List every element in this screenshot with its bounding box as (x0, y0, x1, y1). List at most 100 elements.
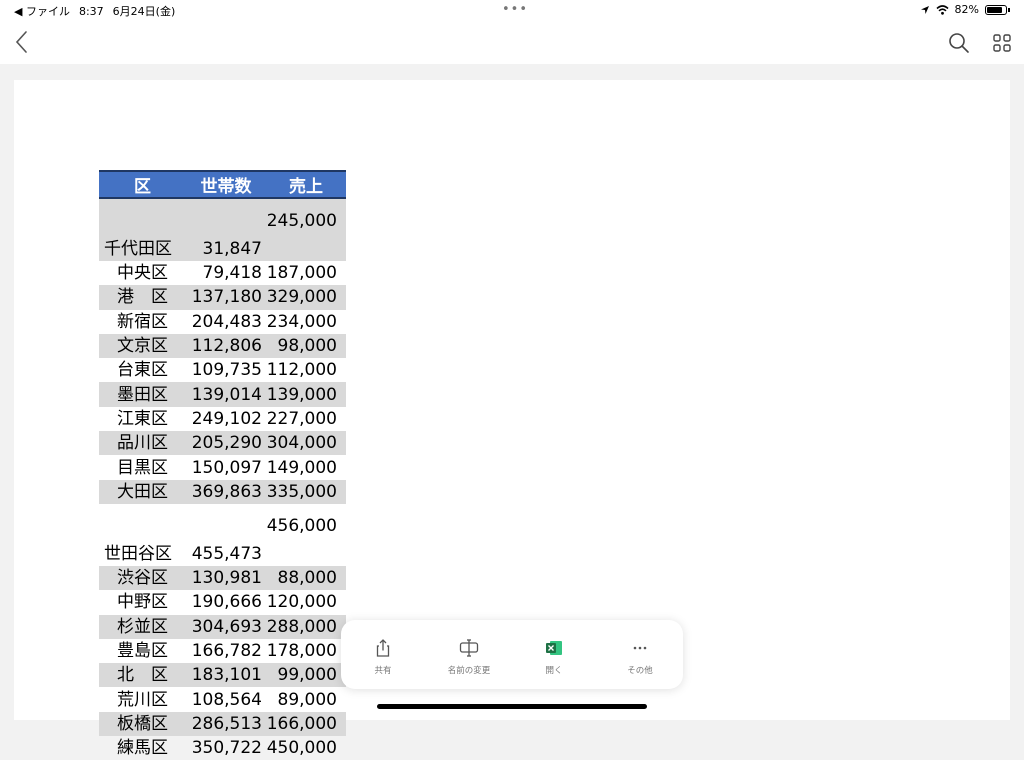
table-row: 荒川区 108,564 89,000 (99, 687, 346, 711)
households-cell: 166,782 (191, 641, 262, 661)
header-sales: 売上 (266, 170, 346, 199)
ward-cell: 千代田区 (99, 198, 186, 261)
table-row: 練馬区 350,722 450,000 (99, 736, 346, 760)
table-row: 板橋区 286,513 166,000 (99, 711, 346, 737)
sales-cell: 450,000 (266, 738, 337, 759)
ward-cell: 板橋区 (99, 711, 186, 737)
households-cell: 350,722 (191, 738, 262, 759)
table-row: 墨田区 139,014 139,000 (99, 382, 346, 407)
sales-cell: 329,000 (266, 285, 346, 310)
share-button[interactable]: 共有 (348, 638, 418, 676)
ward-cell: 目黒区 (117, 457, 168, 478)
back-to-app-link[interactable]: ◀ ファイル (14, 3, 70, 19)
table-row: 世田谷区 455,473 456,000 (99, 504, 346, 566)
ward-cell: 練馬区 (117, 738, 168, 759)
ward-cell: 大田区 (99, 479, 186, 504)
sales-cell: 88,000 (266, 565, 346, 591)
table-row: 台東区 109,735 112,000 (99, 358, 346, 382)
battery-icon (985, 4, 1007, 15)
chevron-left-icon[interactable] (12, 28, 32, 56)
sales-cell: 120,000 (266, 592, 337, 613)
status-bar: ◀ ファイル 8:37 6月24日(金) ••• 82% (0, 0, 1024, 22)
table-body: 千代田区 31,847 245,000 中央区 79,418 187,000 港 区 137,… (99, 198, 346, 760)
table-row: 豊島区 166,782 178,000 (99, 639, 346, 663)
households-cell: 304,693 (186, 614, 266, 639)
households-cell: 130,981 (186, 565, 266, 591)
ward-cell: 新宿区 (117, 311, 168, 332)
search-icon[interactable] (946, 30, 972, 56)
sales-cell: 139,000 (266, 382, 346, 407)
open-button[interactable]: 開く (519, 638, 589, 676)
sales-cell: 288,000 (266, 614, 346, 639)
navigation-bar (0, 22, 1024, 64)
sales-cell: 99,000 (266, 663, 346, 688)
table-row: 杉並区 304,693 288,000 (99, 614, 346, 639)
rename-label: 名前の変更 (447, 666, 491, 676)
households-cell: 150,097 (191, 457, 262, 478)
households-cell: 108,564 (191, 689, 262, 710)
sales-cell: 245,000 (266, 198, 346, 261)
battery-percent: 82% (954, 3, 979, 16)
households-cell: 31,847 (186, 198, 266, 261)
sales-cell: 178,000 (266, 641, 337, 661)
sales-cell: 227,000 (266, 408, 337, 429)
action-bar: 共有 名前の変更 開く その他 (341, 620, 683, 689)
rename-icon (459, 639, 479, 657)
ward-cell: 墨田区 (99, 382, 186, 407)
rename-button[interactable]: 名前の変更 (434, 638, 504, 676)
ward-cell: 世田谷区 (104, 543, 172, 564)
excel-icon (546, 641, 562, 655)
households-cell: 183,101 (186, 663, 266, 688)
more-label: その他 (627, 666, 653, 676)
ward-data-table: 区 世帯数 売上 千代田区 31,847 245,000 中央区 79,418 187,0… (99, 170, 346, 760)
table-row: 中央区 79,418 187,000 (99, 261, 346, 285)
households-cell: 112,806 (186, 333, 266, 359)
ward-cell: 台東区 (117, 360, 168, 381)
table-row: 北 区 183,101 99,000 (99, 663, 346, 688)
sales-cell: 304,000 (266, 431, 346, 456)
grid-icon[interactable] (989, 30, 1015, 56)
table-header-row: 区 世帯数 売上 (99, 170, 346, 199)
table-row: 新宿区 204,483 234,000 (99, 310, 346, 334)
ward-cell: 文京区 (99, 333, 186, 359)
header-ward: 区 (99, 170, 186, 199)
table-row: 目黒区 150,097 149,000 (99, 455, 346, 479)
ward-cell: 港 区 (99, 285, 186, 310)
households-cell: 204,483 (191, 311, 262, 332)
open-label: 開く (545, 666, 563, 676)
sales-cell: 98,000 (266, 333, 346, 359)
table-row: 文京区 112,806 98,000 (99, 333, 346, 359)
status-date: 6月24日(金) (112, 5, 176, 18)
households-cell: 369,863 (186, 479, 266, 504)
sales-cell: 456,000 (266, 515, 337, 536)
households-cell: 286,513 (186, 711, 266, 737)
table-row: 品川区 205,290 304,000 (99, 431, 346, 456)
location-icon (920, 5, 929, 14)
ward-cell: 杉並区 (99, 614, 186, 639)
share-icon (376, 639, 390, 657)
ward-cell: 品川区 (99, 431, 186, 456)
households-cell: 249,102 (191, 408, 262, 429)
table-row: 江東区 249,102 227,000 (99, 407, 346, 431)
ward-cell: 江東区 (117, 408, 168, 429)
share-label: 共有 (374, 666, 392, 676)
table-row: 港 区 137,180 329,000 (99, 285, 346, 310)
households-cell: 109,735 (191, 360, 262, 381)
wifi-icon (936, 4, 949, 15)
multitask-dots[interactable]: ••• (502, 3, 528, 16)
households-cell: 79,418 (202, 263, 262, 284)
more-button[interactable]: その他 (605, 638, 675, 676)
home-indicator (377, 704, 647, 709)
households-cell: 455,473 (191, 543, 262, 564)
ward-cell: 中野区 (117, 592, 168, 613)
households-cell: 139,014 (186, 382, 266, 407)
more-icon (633, 646, 647, 650)
ward-cell: 荒川区 (117, 689, 168, 710)
households-cell: 137,180 (186, 285, 266, 310)
households-cell: 205,290 (186, 431, 266, 456)
sales-cell: 234,000 (266, 311, 337, 332)
sales-cell: 166,000 (266, 711, 346, 737)
sales-cell: 89,000 (277, 689, 337, 710)
ward-cell: 豊島区 (117, 641, 168, 661)
ward-cell: 渋谷区 (99, 565, 186, 591)
